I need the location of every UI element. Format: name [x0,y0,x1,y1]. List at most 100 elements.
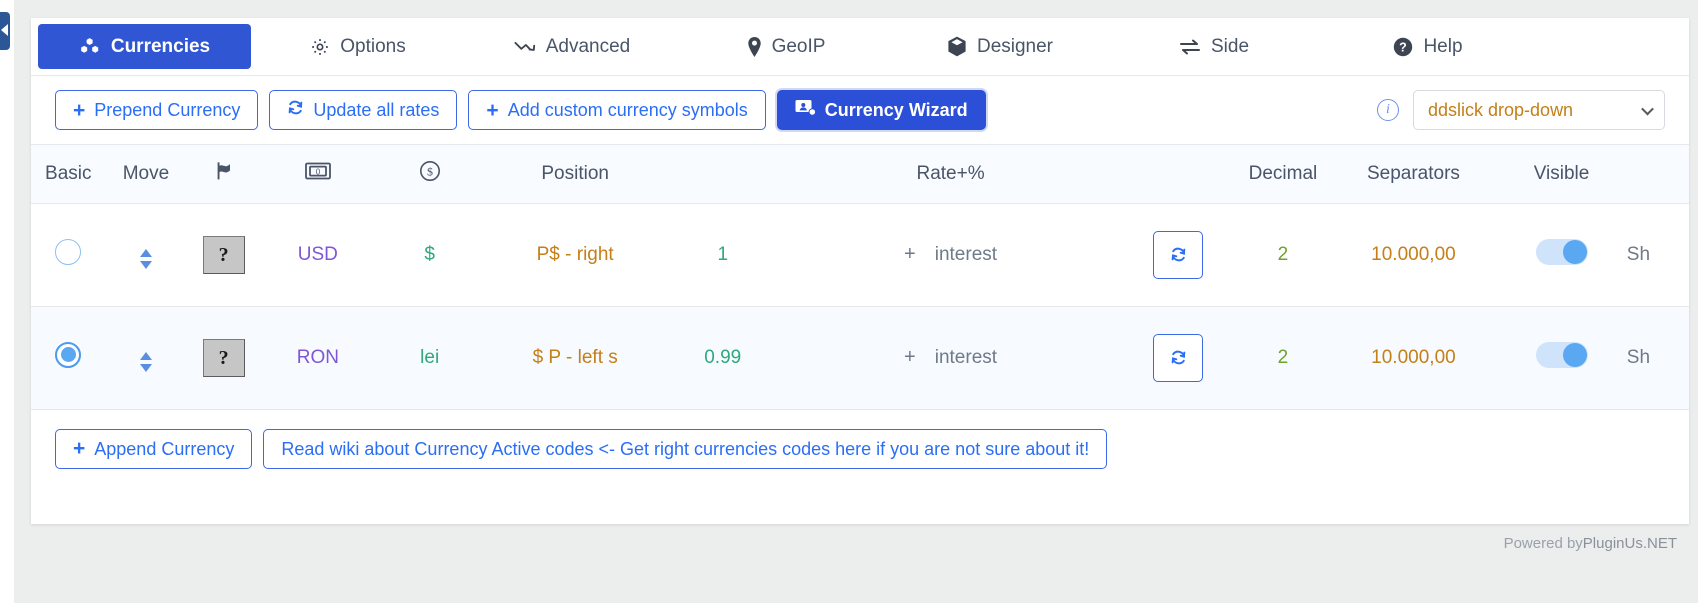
currency-code[interactable]: RON [297,347,339,368]
basic-radio[interactable] [55,341,82,368]
cell-position: $ P - left s [484,306,666,410]
refresh-icon [1171,247,1186,262]
cell-rate: 1 [665,203,780,307]
col-visible[interactable]: Visible [1496,145,1627,204]
tab-designer[interactable]: Designer [893,18,1107,75]
cell-flag: ? [186,306,261,410]
table-row: ? USD $ P$ - right 1 + interest 2 10.000… [31,203,1689,307]
append-currency-button[interactable]: + Append Currency [55,429,253,469]
dropdown-style-select[interactable]: ddslick drop-down [1413,90,1665,130]
rate-interest-label[interactable]: interest [935,244,997,266]
col-basic[interactable]: Basic [31,145,106,204]
col-rate-pct[interactable]: Rate+% [779,145,1122,204]
add-custom-symbols-label: Add custom currency symbols [507,99,748,120]
wiki-link-button[interactable]: Read wiki about Currency Active codes <-… [263,429,1108,469]
money-bill-icon: 0 [304,162,331,185]
wiki-link-label: Read wiki about Currency Active codes <-… [281,438,1090,459]
broken-image-glyph: ? [218,243,229,266]
col-refresh[interactable] [1121,145,1236,204]
update-all-rates-button[interactable]: Update all rates [269,90,458,130]
col-position[interactable]: Position [484,145,666,204]
separators-value[interactable]: 10.000,00 [1371,347,1456,368]
tab-options-label: Options [340,35,406,57]
tab-options[interactable]: Options [251,18,465,75]
currencies-toolbar: + Prepend Currency Update all rates + Ad… [31,76,1689,145]
cell-extra: Sh [1626,306,1689,410]
tab-advanced-label: Advanced [545,35,631,57]
cell-decimal: 2 [1235,306,1331,410]
row-refresh-button[interactable] [1153,230,1204,279]
currency-wizard-button[interactable]: Currency Wizard [776,90,986,130]
cell-basic [31,203,106,307]
tab-help[interactable]: ? Help [1321,18,1535,75]
col-move[interactable]: Move [105,145,187,204]
basic-radio[interactable] [55,238,82,265]
decimal-value[interactable]: 2 [1278,347,1289,368]
flag-image-broken-icon[interactable]: ? [202,235,245,274]
currency-symbol[interactable]: $ [424,244,435,265]
rate-operator[interactable]: + [904,346,916,369]
currency-position[interactable]: $ P - left s [533,347,618,368]
flag-image-broken-icon[interactable]: ? [202,338,245,377]
extra-label: Sh [1626,346,1651,368]
tab-geoip[interactable]: GeoIP [679,18,893,75]
move-handle[interactable] [139,351,152,372]
col-decimal[interactable]: Decimal [1235,145,1331,204]
prepend-currency-label: Prepend Currency [94,99,241,120]
extra-label: Sh [1626,243,1651,265]
currency-position[interactable]: P$ - right [537,244,614,265]
main-tabbar: Currencies Options Advanced GeoIP Design… [31,18,1689,76]
arrow-down-icon [139,260,152,269]
append-currency-label: Append Currency [94,438,235,459]
page-left-edge [0,0,14,603]
footer-brand[interactable]: PluginUs.NET [1583,535,1677,552]
collapse-sidebar-handle[interactable] [0,12,10,50]
separators-value[interactable]: 10.000,00 [1371,244,1456,265]
tab-help-label: Help [1423,35,1463,57]
currency-symbol[interactable]: lei [420,347,439,368]
cell-position: P$ - right [484,203,666,307]
move-handle[interactable] [139,248,152,269]
row-refresh-button[interactable] [1153,333,1204,382]
cell-extra: Sh [1626,203,1689,307]
info-icon[interactable]: i [1377,99,1399,121]
tab-designer-label: Designer [976,35,1054,57]
col-money[interactable]: 0 [260,145,375,204]
visible-toggle[interactable] [1535,238,1588,265]
arrow-up-icon [139,351,152,360]
currencies-panel: Currencies Options Advanced GeoIP Design… [31,18,1689,524]
rate-interest-label[interactable]: interest [935,347,997,369]
currency-code[interactable]: USD [298,244,338,265]
plus-icon: + [73,98,86,122]
table-row: ? RON lei $ P - left s 0.99 + interest 2… [31,306,1689,410]
cell-flag: ? [186,203,261,307]
visible-toggle[interactable] [1535,341,1588,368]
bottom-action-bar: + Append Currency Read wiki about Curren… [31,410,1689,489]
map-pin-icon [747,36,762,57]
prepend-currency-button[interactable]: + Prepend Currency [55,90,259,130]
add-custom-currency-symbols-button[interactable]: + Add custom currency symbols [468,90,766,130]
tab-currencies[interactable]: Currencies [38,24,251,69]
col-rate[interactable] [665,145,780,204]
rate-operator[interactable]: + [904,243,916,266]
flag-icon [214,162,234,186]
refresh-icon [287,98,304,122]
rate-interest-group: + interest [780,243,1122,266]
cell-refresh [1121,306,1236,410]
tab-side[interactable]: Side [1107,18,1321,75]
cell-visible [1496,203,1627,307]
col-symbol[interactable]: $ [374,145,485,204]
svg-text:?: ? [1400,40,1408,54]
tab-side-label: Side [1210,35,1250,57]
chart-line-down-icon [514,39,536,55]
tab-advanced[interactable]: Advanced [465,18,679,75]
plus-icon: + [73,437,86,460]
currency-rate[interactable]: 1 [717,244,728,265]
cell-visible [1496,306,1627,410]
col-flag[interactable] [186,145,261,204]
col-separators[interactable]: Separators [1330,145,1497,204]
question-circle-icon: ? [1393,37,1413,57]
currency-rate[interactable]: 0.99 [704,347,741,368]
decimal-value[interactable]: 2 [1278,244,1289,265]
dropdown-style-value: ddslick drop-down [1428,99,1574,120]
